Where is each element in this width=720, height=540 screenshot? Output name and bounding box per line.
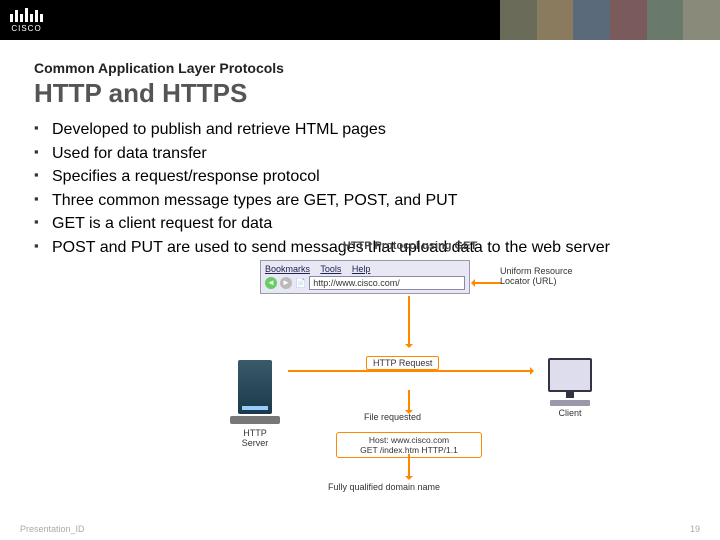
file-requested-label: File requested [364,412,421,422]
host-line: Host: www.cisco.com [341,435,477,445]
http-diagram: HTTP Protocol using GET Bookmarks Tools … [200,240,620,520]
request-arrow-icon [288,370,532,372]
browser-menu-item: Tools [320,264,341,274]
page-icon: 📄 [295,278,306,289]
bullet-item: Used for data transfer [34,143,686,165]
logo-text: CISCO [11,24,41,33]
slide-pretitle: Common Application Layer Protocols [34,60,686,76]
back-icon: ◄ [265,277,277,289]
bullet-item: Three common message types are GET, POST… [34,190,686,212]
top-bar: CISCO [0,0,720,40]
arrow-icon [473,282,501,284]
client-label: Client [540,408,600,418]
slide-title: HTTP and HTTPS [34,78,686,109]
bullet-item: GET is a client request for data [34,213,686,235]
server-label: HTTP Server [230,428,280,448]
browser-menu: Bookmarks Tools Help [265,264,465,274]
footer-left: Presentation_ID [20,524,85,534]
bullet-item: Developed to publish and retrieve HTML p… [34,119,686,141]
page-number: 19 [690,524,700,534]
http-server-icon: HTTP Server [230,360,280,448]
url-box: http://www.cisco.com/ [309,276,465,290]
arrow-down-icon [408,390,410,412]
bullet-list: Developed to publish and retrieve HTML p… [34,119,686,259]
client-computer-icon: Client [540,358,600,418]
cisco-logo: CISCO [10,8,43,33]
arrow-down-icon [408,454,410,478]
slide-footer: Presentation_ID 19 [0,524,720,534]
logo-bars-icon [10,8,43,22]
slide-content: Common Application Layer Protocols HTTP … [0,40,720,259]
diagram-title: HTTP Protocol using GET [200,240,620,252]
forward-icon: ► [280,277,292,289]
browser-menu-item: Bookmarks [265,264,310,274]
arrow-down-icon [408,296,410,346]
people-photo-strip [500,0,720,40]
browser-bar: Bookmarks Tools Help ◄ ► 📄 http://www.ci… [260,260,470,294]
browser-menu-item: Help [352,264,371,274]
bullet-item: Specifies a request/response protocol [34,166,686,188]
uri-label: Uniform Resource Locator (URL) [500,266,600,286]
fqdn-label: Fully qualified domain name [328,482,440,492]
request-label: HTTP Request [366,356,439,370]
